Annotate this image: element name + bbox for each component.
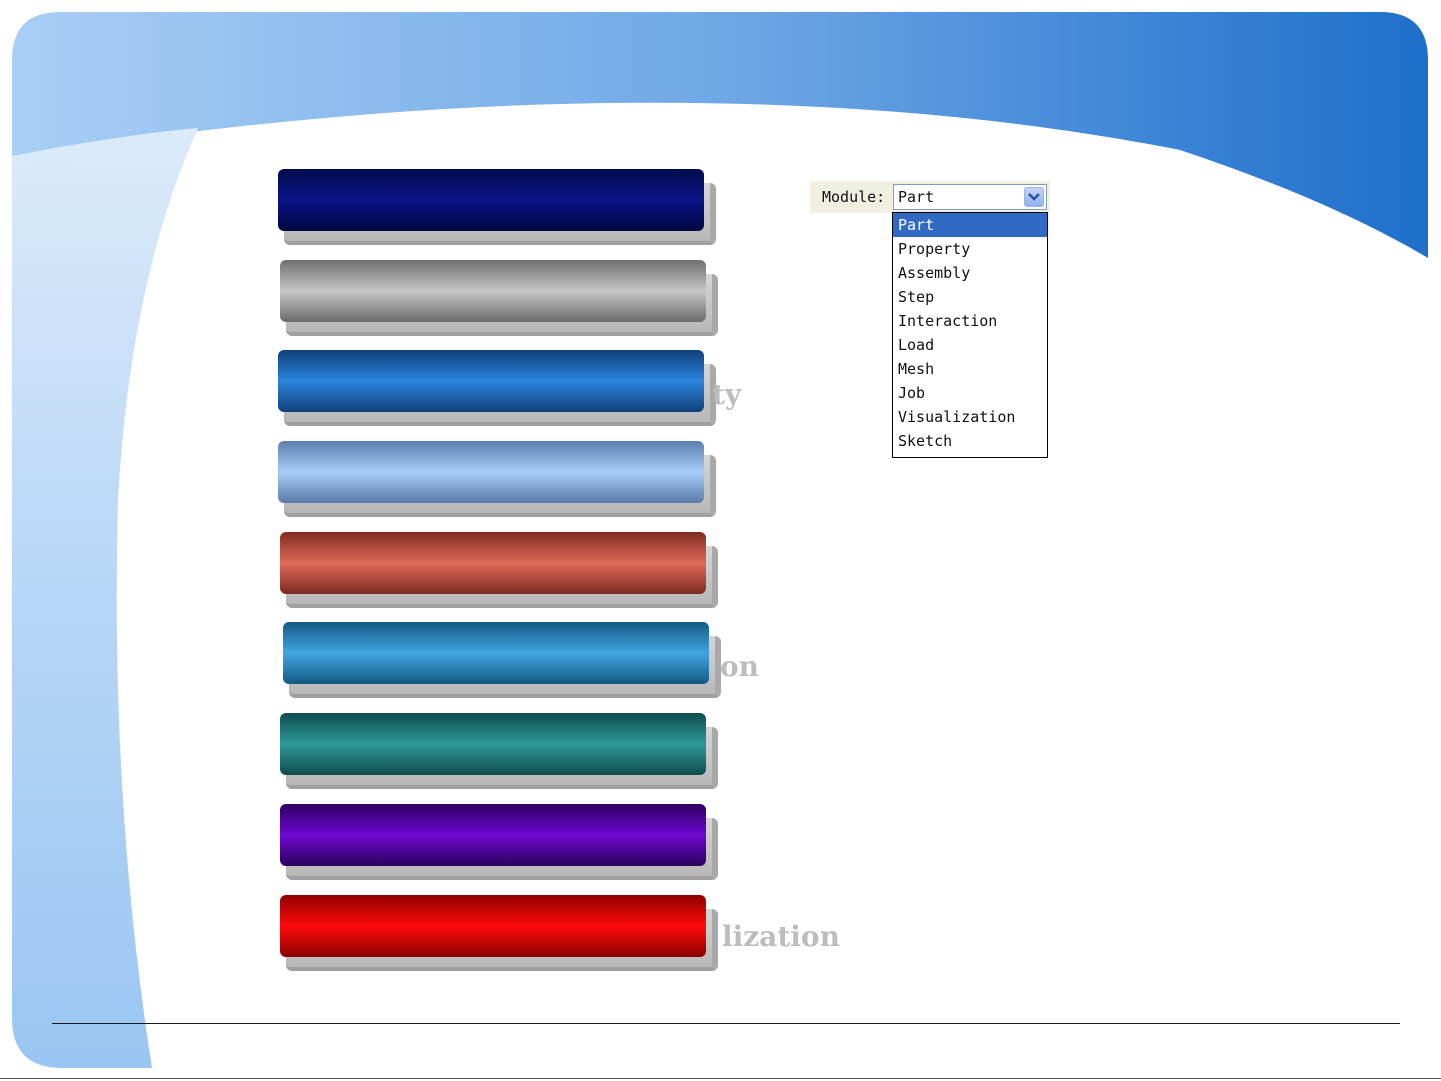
bar-2 (280, 260, 720, 340)
bar-purple (280, 804, 706, 866)
bar-4 (278, 441, 718, 521)
bar-label-6: on (720, 650, 760, 683)
footer-divider (52, 1023, 1400, 1024)
option-step[interactable]: Step (893, 285, 1047, 309)
module-combobox[interactable]: Part (893, 184, 1047, 210)
module-label: Module: (822, 188, 886, 206)
bottom-divider (0, 1078, 1441, 1079)
option-visualization[interactable]: Visualization (893, 405, 1047, 429)
option-load[interactable]: Load (893, 333, 1047, 357)
bar-navy (278, 169, 704, 231)
bar-5 (280, 532, 720, 612)
bar-cyan (283, 622, 709, 684)
slide-background (12, 12, 1428, 1068)
option-assembly[interactable]: Assembly (893, 261, 1047, 285)
bar-label-9: lization (722, 920, 840, 953)
bar-lightblue (278, 441, 704, 503)
option-job[interactable]: Job (893, 381, 1047, 405)
module-toolbar: Module: Part (810, 181, 1050, 213)
bar-9 (280, 895, 720, 975)
bar-gray (280, 260, 706, 322)
bar-red (280, 895, 706, 957)
bar-teal (280, 713, 706, 775)
option-part[interactable]: Part (893, 213, 1047, 237)
option-interaction[interactable]: Interaction (893, 309, 1047, 333)
bar-7 (280, 713, 720, 793)
option-sketch[interactable]: Sketch (893, 429, 1047, 453)
chevron-down-icon (1028, 193, 1040, 201)
bar-blue (278, 350, 704, 412)
dropdown-button[interactable] (1024, 187, 1044, 207)
bar-label-3: ty (712, 378, 742, 411)
bar-8 (280, 804, 720, 884)
option-mesh[interactable]: Mesh (893, 357, 1047, 381)
bar-6 (283, 622, 723, 702)
bar-1 (278, 169, 718, 249)
option-property[interactable]: Property (893, 237, 1047, 261)
bar-salmon (280, 532, 706, 594)
module-dropdown-list: Part Property Assembly Step Interaction … (892, 212, 1048, 458)
module-selected-value: Part (898, 188, 935, 206)
bar-3 (278, 350, 718, 430)
